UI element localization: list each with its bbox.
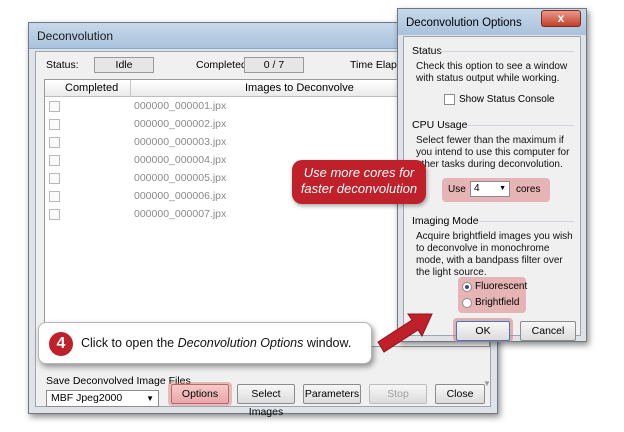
group-divider <box>464 125 574 126</box>
file-name: 000000_000004.jpx <box>134 154 227 166</box>
step-prefix: Click to open the <box>81 336 178 350</box>
row-checkbox[interactable] <box>49 191 60 202</box>
completed-field: 0 / 7 <box>244 57 304 73</box>
format-select[interactable]: MBF Jpeg2000 ▼ <box>46 390 159 407</box>
chevron-down-icon: ▼ <box>499 185 506 192</box>
row-checkbox[interactable] <box>49 101 60 112</box>
completed-label: Completed: <box>196 59 250 71</box>
cores-callout: Use more cores for faster deconvolution <box>292 160 426 204</box>
file-name: 000000_000001.jpx <box>134 100 227 112</box>
main-window-title: Deconvolution <box>37 29 114 43</box>
show-status-console-label: Show Status Console <box>459 94 555 105</box>
ok-button[interactable]: OK <box>456 321 510 341</box>
status-value: Idle <box>115 59 133 71</box>
brightfield-label: Brightfield <box>475 297 520 308</box>
stop-label: Stop <box>387 388 409 400</box>
row-checkbox[interactable] <box>49 209 60 220</box>
parameters-button[interactable]: Parameters <box>303 384 361 404</box>
row-checkbox[interactable] <box>49 137 60 148</box>
imaging-group-title: Imaging Mode <box>412 215 479 227</box>
step-callout: 4 Click to open the Deconvolution Option… <box>38 322 372 364</box>
fluorescent-radio[interactable] <box>462 282 472 292</box>
cores-select[interactable]: 4 ▼ <box>470 181 510 197</box>
close-button[interactable]: Close <box>435 384 485 404</box>
close-icon[interactable]: x <box>541 10 581 27</box>
stop-button[interactable]: Stop <box>369 384 427 404</box>
parameters-label: Parameters <box>304 388 360 400</box>
file-name: 000000_000005.jpx <box>134 172 227 184</box>
select-images-label: Select Images <box>248 388 284 418</box>
cores-callout-line1: Use more cores for <box>303 165 415 180</box>
step-number: 4 <box>56 335 66 352</box>
fluorescent-label: Fluorescent <box>475 281 528 292</box>
format-selected-value: MBF Jpeg2000 <box>51 392 123 404</box>
group-divider <box>440 51 574 52</box>
arrow-to-ok-icon <box>377 313 433 353</box>
options-client-area: Status Check this option to see a window… <box>403 36 581 342</box>
column-header-completed[interactable]: Completed <box>65 82 118 94</box>
cores-callout-line2: faster deconvolution <box>300 181 418 196</box>
column-divider[interactable] <box>130 80 131 97</box>
options-button-label: Options <box>181 388 219 400</box>
cancel-label: Cancel <box>531 325 565 337</box>
step-number-badge: 4 <box>49 332 73 356</box>
cpu-description: Select fewer than the maximum if you int… <box>416 135 570 170</box>
column-header-images[interactable]: Images to Deconvolve <box>245 82 354 94</box>
cancel-button[interactable]: Cancel <box>520 321 576 341</box>
chevron-down-icon: ▼ <box>146 394 154 403</box>
completed-value: 0 / 7 <box>263 59 285 71</box>
brightfield-radio[interactable] <box>462 298 472 308</box>
row-checkbox[interactable] <box>49 119 60 130</box>
close-glyph: x <box>557 11 565 25</box>
status-group-title: Status <box>412 45 442 57</box>
file-name: 000000_000003.jpx <box>134 136 227 148</box>
cpu-group-title: CPU Usage <box>412 119 468 131</box>
imaging-description: Acquire brightfield images you wish to d… <box>416 231 573 278</box>
cores-value: 4 <box>474 183 480 194</box>
status-field: Idle <box>94 57 154 73</box>
row-checkbox[interactable] <box>49 155 60 166</box>
file-name: 000000_000007.jpx <box>134 208 227 220</box>
use-label: Use <box>448 184 466 195</box>
status-description: Check this option to see a window with s… <box>416 61 568 84</box>
group-divider <box>474 221 574 222</box>
ok-label: OK <box>475 325 491 337</box>
row-checkbox[interactable] <box>49 173 60 184</box>
close-label: Close <box>446 388 474 400</box>
options-window-title: Deconvolution Options <box>406 17 522 29</box>
step-emphasis: Deconvolution Options <box>177 336 304 350</box>
select-images-button[interactable]: Select Images <box>237 384 295 418</box>
show-status-console-checkbox[interactable] <box>444 94 455 105</box>
step-suffix: window. <box>303 336 352 350</box>
status-label: Status: <box>46 59 79 71</box>
step-text: Click to open the Deconvolution Options … <box>81 336 351 350</box>
options-titlebar[interactable]: Deconvolution Options x <box>398 9 586 35</box>
options-button[interactable]: Options <box>171 384 229 404</box>
file-name: 000000_000002.jpx <box>134 118 227 130</box>
cores-label: cores <box>516 184 541 195</box>
file-name: 000000_000006.jpx <box>134 190 227 202</box>
